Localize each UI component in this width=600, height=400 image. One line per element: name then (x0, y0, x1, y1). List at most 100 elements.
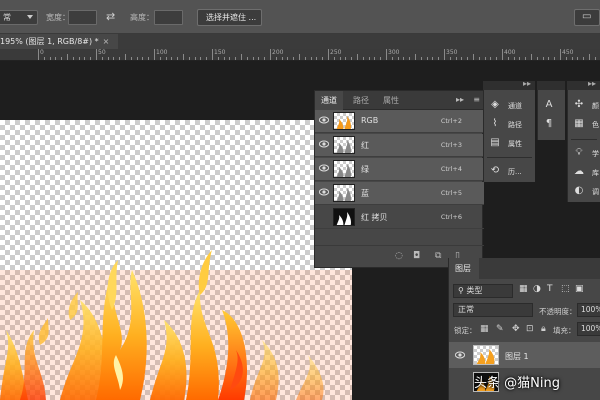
channel-row[interactable]: 绿 Ctrl+4 (315, 158, 484, 181)
tab-layers[interactable]: 图层 (449, 258, 479, 279)
ruler-minor-tick (583, 57, 585, 60)
lock-label: 锁定： (454, 326, 477, 335)
character-icon: A (545, 99, 553, 110)
tab-channels[interactable]: 通道 (315, 91, 343, 110)
dock-item[interactable]: ▦ 色 (568, 115, 600, 135)
dock-item[interactable]: ⟲ 历... (484, 162, 535, 182)
adjustment-filter-icon[interactable]: ◑ (533, 284, 541, 294)
ruler-label: 200 (272, 49, 284, 56)
channel-shortcut: Ctrl+6 (440, 213, 462, 221)
dock-item[interactable]: ✣ 颜 (568, 96, 600, 116)
height-field[interactable] (154, 10, 183, 25)
visibility-toggle[interactable] (319, 211, 329, 221)
dock-item[interactable]: ◐ 调 (568, 182, 600, 202)
pixel-filter-icon[interactable]: ▦ (519, 284, 528, 294)
lock-transparency-icon[interactable]: ▦ (480, 324, 489, 334)
channel-name: 红 拷贝 (361, 213, 388, 222)
channel-row[interactable]: RGB Ctrl+2 (315, 110, 484, 133)
shape-filter-icon[interactable]: ⬚ (561, 284, 570, 294)
ruler-minor-tick (142, 57, 144, 60)
options-bar: 常 宽度： ⇄ 高度： 选择并遮住 ... ▭ (0, 0, 600, 34)
ruler-minor-tick (107, 57, 109, 60)
lock-image-icon[interactable]: ✎ (496, 324, 504, 334)
ruler-minor-tick (43, 57, 45, 60)
dock-item[interactable]: ▤ 属性 (484, 134, 535, 154)
channel-row[interactable]: 红 拷贝 Ctrl+6 (315, 206, 484, 229)
ruler-minor-tick (449, 57, 451, 60)
ruler-minor-tick (542, 57, 544, 60)
panel-menu-icon[interactable]: ≡ (473, 95, 480, 104)
close-icon[interactable]: × (103, 37, 110, 46)
style-dropdown[interactable]: 常 (0, 10, 38, 25)
tab-paths[interactable]: 路径 (347, 91, 375, 110)
width-field[interactable] (68, 10, 97, 25)
ruler-minor-tick (177, 57, 179, 60)
ruler-minor-tick (217, 57, 219, 60)
layer-row[interactable]: 图层 1 (449, 342, 600, 368)
ruler-minor-tick (188, 57, 190, 60)
smart-object-filter-icon[interactable]: ▣ (575, 284, 584, 294)
dock2-header[interactable] (537, 81, 565, 90)
workspace-button[interactable]: ▭ (574, 9, 600, 26)
collapse-icon: ▸▸ (522, 79, 531, 88)
dock-item[interactable]: A (538, 96, 565, 116)
fill-field[interactable]: 100% (577, 322, 600, 336)
flame-image (0, 250, 352, 400)
ruler-minor-tick (206, 57, 208, 60)
ruler-minor-tick (119, 57, 121, 60)
channel-thumbnail (333, 136, 355, 154)
ruler-minor-tick (61, 57, 63, 60)
layer-thumbnail (473, 345, 499, 365)
channel-shortcut: Ctrl+5 (440, 189, 462, 197)
swap-icon[interactable]: ⇄ (106, 10, 115, 23)
dock-item-label: 历... (508, 168, 522, 176)
ruler-minor-tick (368, 57, 370, 60)
channel-thumbnail (333, 208, 355, 226)
ruler-minor-tick (455, 57, 457, 60)
horizontal-ruler[interactable]: 050100150200250300350400450500550 (0, 49, 600, 61)
dock-item[interactable]: ⌇ 路径 (484, 115, 535, 135)
new-channel-icon[interactable]: ⧉ (435, 251, 441, 261)
eye-icon[interactable] (319, 187, 329, 197)
select-and-mask-button[interactable]: 选择并遮住 ... (197, 9, 262, 26)
lock-position-icon[interactable]: ✥ (512, 324, 520, 334)
ruler-minor-tick (49, 57, 51, 60)
ruler-minor-tick (165, 57, 167, 60)
dock3-header[interactable]: ▸▸ (567, 79, 600, 90)
collapse-icon[interactable]: ▸▸ (456, 95, 464, 104)
dock1-header[interactable]: ▸▸ (483, 79, 535, 90)
dock-item[interactable]: 💡︎ 学 (568, 144, 600, 164)
tab-properties[interactable]: 属性 (377, 91, 405, 110)
dock-item[interactable]: ¶ (538, 115, 565, 135)
ruler-minor-tick (159, 57, 161, 60)
blend-mode-dropdown[interactable]: 正常 (453, 303, 533, 317)
lock-all-icon[interactable]: 🔒︎ (541, 324, 546, 334)
opacity-field[interactable]: 100% (577, 303, 600, 317)
document-tab-bar: 195% (图层 1, RGB/8#) * × (0, 34, 600, 49)
type-filter-icon[interactable]: T (547, 284, 553, 294)
layer-filter-dropdown[interactable]: ⚲ 类型 (453, 284, 513, 298)
document-tab[interactable]: 195% (图层 1, RGB/8#) * × (0, 34, 118, 49)
ruler-minor-tick (409, 57, 411, 60)
channel-name: 红 (361, 141, 369, 150)
dock-item[interactable]: ☁ 库 (568, 163, 600, 183)
eye-icon[interactable] (319, 115, 329, 125)
ruler-minor-tick (310, 57, 312, 60)
channel-shortcut: Ctrl+4 (440, 165, 462, 173)
ruler-minor-tick (415, 54, 416, 60)
document-canvas[interactable] (0, 120, 352, 400)
ruler-label: 100 (156, 49, 168, 56)
dock-item-label: 调 (592, 188, 599, 196)
eye-icon[interactable] (455, 350, 465, 360)
load-selection-icon[interactable]: ◌ (395, 251, 403, 261)
dock-item[interactable]: ◈ 通道 (484, 96, 535, 116)
eye-icon[interactable] (319, 163, 329, 173)
channel-row[interactable]: 红 Ctrl+3 (315, 134, 484, 157)
save-selection-icon[interactable]: ◘ (413, 251, 420, 261)
visibility-toggle[interactable] (455, 377, 465, 387)
channel-row[interactable]: 蓝 Ctrl+5 (315, 182, 484, 205)
dock-separator (571, 139, 597, 140)
lock-artboard-icon[interactable]: ⊡ (526, 324, 534, 334)
dock-item-label: 颜 (592, 102, 599, 110)
eye-icon[interactable] (319, 139, 329, 149)
